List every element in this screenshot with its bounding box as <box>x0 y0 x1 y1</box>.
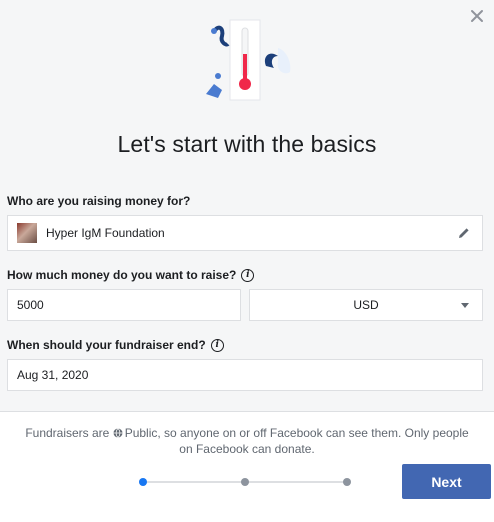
info-icon[interactable]: i <box>210 338 224 352</box>
dialog-footer: Fundraisers are Public, so anyone on or … <box>0 412 494 522</box>
beneficiary-value: Hyper IgM Foundation <box>46 226 165 240</box>
privacy-note-prefix: Fundraisers are <box>25 426 113 440</box>
goal-label: How much money do you want to raise? i <box>7 268 255 282</box>
end-date-label-text: When should your fundraiser end? <box>7 338 206 352</box>
beneficiary-label: Who are you raising money for? <box>7 194 190 208</box>
end-date-value: Aug 31, 2020 <box>17 368 89 382</box>
step-dot-2 <box>241 478 249 486</box>
currency-value: USD <box>353 298 379 312</box>
end-date-label: When should your fundraiser end? i <box>7 338 224 352</box>
info-icon[interactable]: i <box>241 268 255 282</box>
privacy-note: Fundraisers are Public, so anyone on or … <box>18 425 476 457</box>
next-button[interactable]: Next <box>402 464 491 499</box>
currency-select[interactable]: USD <box>249 289 483 321</box>
step-dot-1 <box>139 478 147 486</box>
beneficiary-field[interactable]: Hyper IgM Foundation <box>7 215 483 251</box>
step-dot-3 <box>343 478 351 486</box>
beneficiary-label-text: Who are you raising money for? <box>7 194 191 208</box>
goal-amount-value: 5000 <box>17 298 44 312</box>
goal-label-text: How much money do you want to raise? <box>7 268 237 282</box>
goal-amount-input[interactable]: 5000 <box>7 289 241 321</box>
pencil-icon[interactable] <box>457 226 471 240</box>
end-date-input[interactable]: Aug 31, 2020 <box>7 359 483 391</box>
organization-avatar <box>17 223 37 243</box>
progress-stepper <box>139 477 351 487</box>
close-icon[interactable] <box>468 7 486 25</box>
globe-icon <box>113 428 123 438</box>
privacy-note-text: Public, so anyone on or off Facebook can… <box>124 426 469 456</box>
chevron-down-icon <box>461 303 469 308</box>
fundraiser-dialog: Let's start with the basics Who are you … <box>0 0 494 522</box>
dialog-title: Let's start with the basics <box>117 131 377 157</box>
thermometer-illustration <box>206 19 291 101</box>
